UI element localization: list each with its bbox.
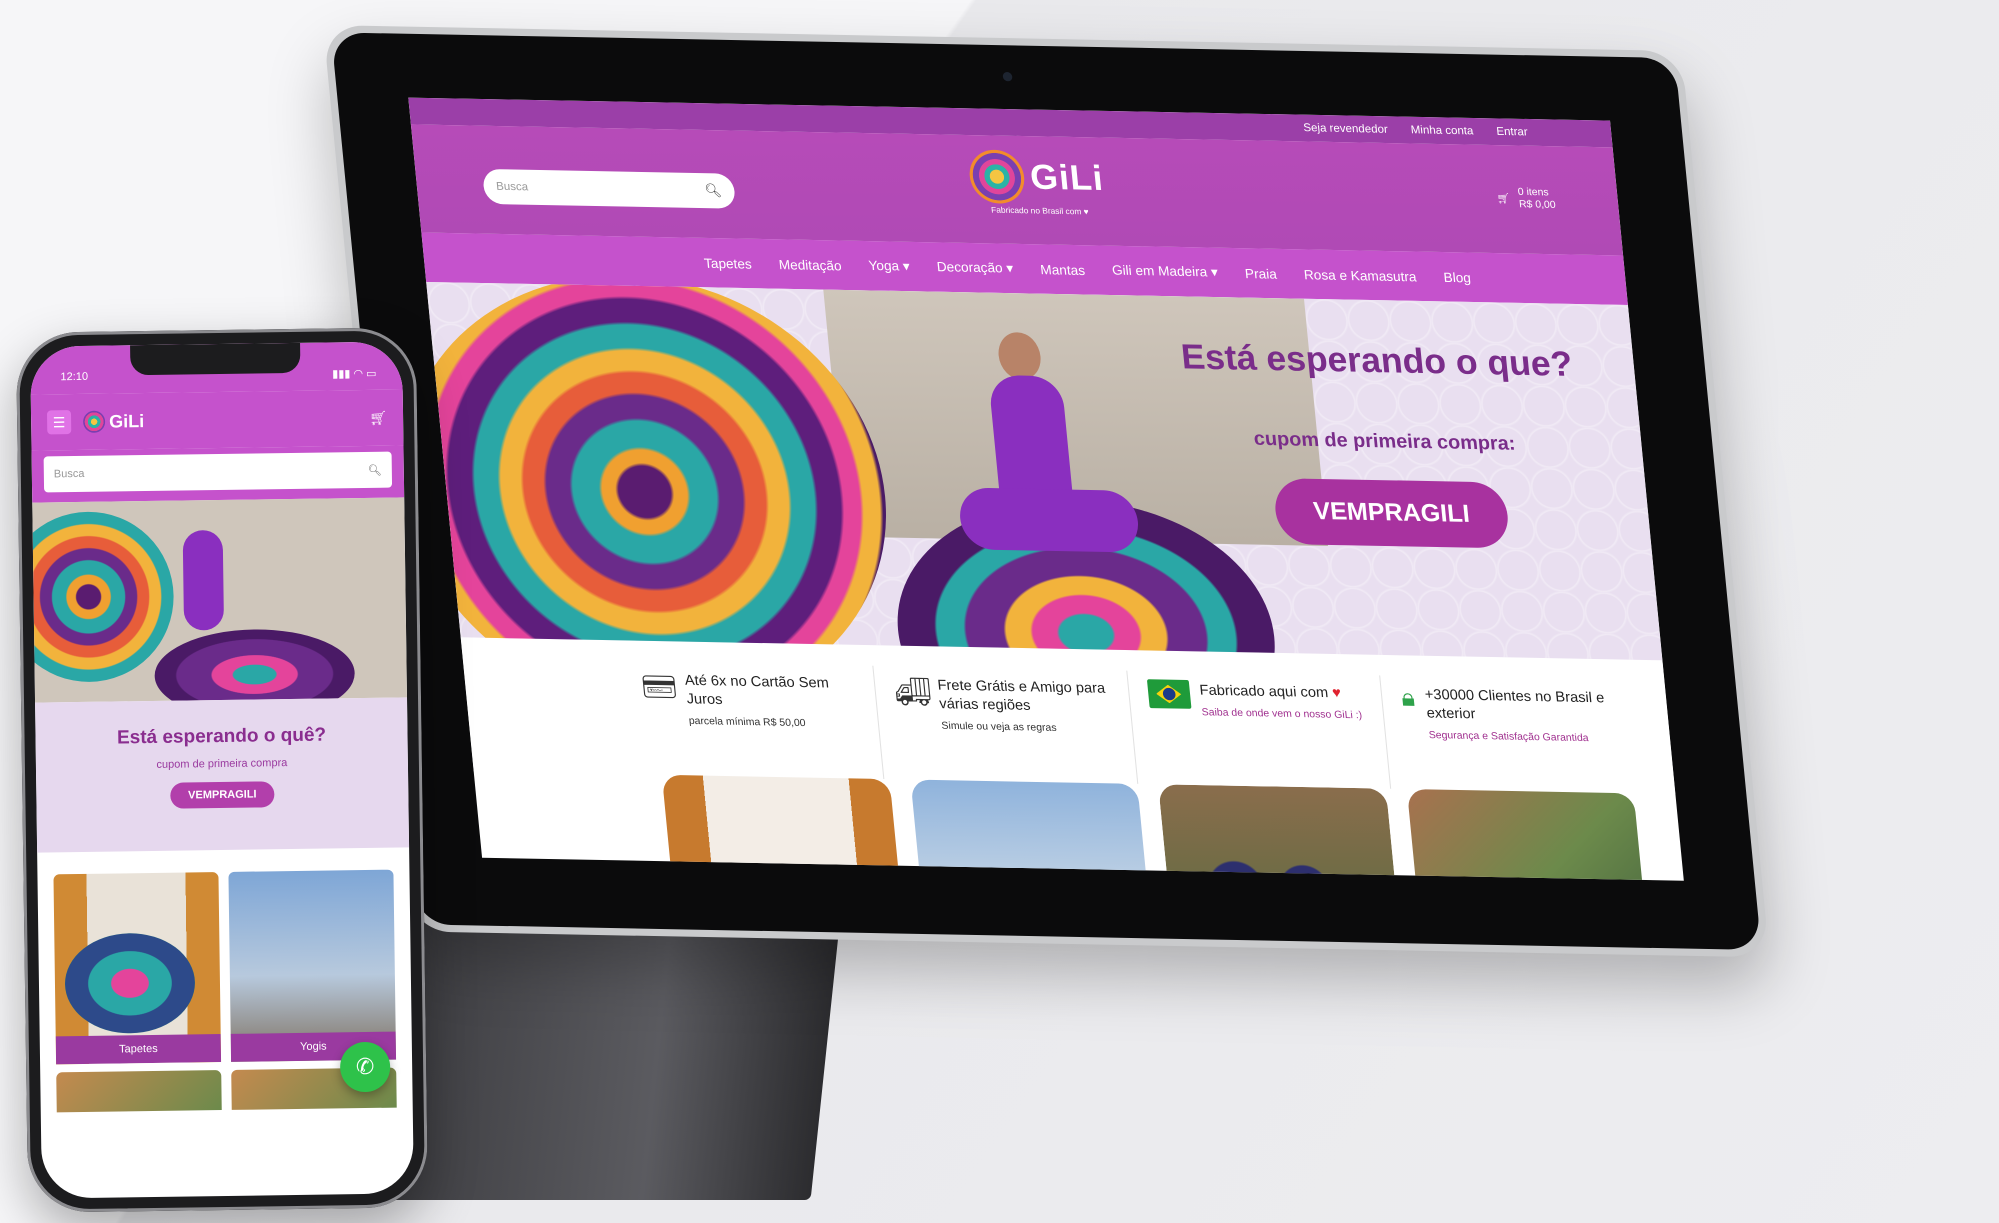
- phone-category-grid: Tapetes Yogis: [37, 847, 412, 1065]
- nav-item-yoga[interactable]: Yoga ▾: [868, 257, 911, 274]
- phone-device: 12:10 ▮▮▮ ◠ ▭ ☰ GiLi 🛒︎ Busca 🔍︎ Está es…: [15, 327, 429, 1213]
- search-icon[interactable]: 🔍︎: [368, 463, 382, 476]
- phone-header: ☰ GiLi 🛒︎: [30, 389, 404, 451]
- category-card-tapetes[interactable]: [661, 774, 910, 881]
- phone-notch: [130, 342, 301, 376]
- feature-subtitle: Segurança e Satisfação Garantida: [1428, 729, 1590, 745]
- truck-icon: 🚚︎: [892, 675, 934, 709]
- category-card-tapetes[interactable]: Tapetes: [53, 872, 222, 1065]
- tablet-device: Seja revendedor Minha conta Entrar Busca…: [323, 25, 1770, 958]
- heart-icon: ♥: [1331, 683, 1342, 701]
- mandala-rug-image: [32, 510, 175, 684]
- feature-title: +30000 Clientes no Brasil e exterior: [1423, 685, 1605, 722]
- nav-item-blog[interactable]: Blog: [1443, 269, 1472, 285]
- nav-item-rosa-kamasutra[interactable]: Rosa e Kamasutra: [1303, 266, 1417, 284]
- coupon-button[interactable]: VEMPRAGILI: [1272, 478, 1511, 549]
- category-card-yoga[interactable]: [909, 779, 1158, 881]
- feature-subtitle: Simule ou veja as regras: [940, 720, 1058, 735]
- model-image: [182, 529, 225, 631]
- site-logo[interactable]: GiLi Fabricado no Brasil com ♥: [956, 149, 1120, 224]
- hero-title: Está esperando o que?: [1179, 337, 1575, 385]
- search-input[interactable]: Busca 🔍︎: [481, 168, 737, 209]
- model-head: [996, 331, 1043, 381]
- feature-made-in-brazil[interactable]: Fabricado aqui com ♥ Saiba de onde vem o…: [1126, 670, 1392, 789]
- camera-icon: [1002, 71, 1013, 82]
- feature-title: Fabricado aqui com ♥: [1199, 680, 1361, 702]
- cart-button[interactable]: 🛒︎ 0 itens R$ 0,00: [1496, 186, 1557, 212]
- credit-card-icon: 💳︎: [639, 670, 680, 704]
- phone-screen: 12:10 ▮▮▮ ◠ ▭ ☰ GiLi 🛒︎ Busca 🔍︎ Está es…: [30, 341, 414, 1199]
- search-icon[interactable]: 🔍︎: [704, 182, 723, 199]
- lock-icon: 🔒︎: [1400, 684, 1417, 713]
- cart-total: R$ 0,00: [1518, 199, 1557, 212]
- cart-icon[interactable]: 🛒︎: [369, 409, 387, 426]
- tablet-bezel: Seja revendedor Minha conta Entrar Busca…: [331, 32, 1762, 951]
- feature-shipping[interactable]: 🚚︎ Frete Grátis e Amigo para várias regi…: [873, 665, 1138, 784]
- status-time: 12:10: [60, 370, 89, 384]
- cart-summary: 0 itens R$ 0,00: [1517, 187, 1556, 212]
- phone-logo[interactable]: GiLi: [82, 407, 357, 433]
- rug-image: [154, 628, 356, 703]
- feature-subtitle: Saiba de onde vem o nosso GiLi :): [1201, 706, 1363, 722]
- feature-installments[interactable]: 💳︎ Até 6x no Cartão Sem Juros parcela mí…: [619, 660, 885, 780]
- cart-icon: 🛒︎: [1496, 192, 1511, 205]
- feature-subtitle: parcela mínima R$ 50,00: [688, 715, 807, 730]
- phone-logo-text: GiLi: [108, 410, 145, 432]
- hero-text-block: Está esperando o que? cupom de primeira …: [1176, 337, 1593, 550]
- category-label: Tapetes: [55, 1034, 222, 1065]
- category-card-meditacao[interactable]: [1406, 789, 1654, 881]
- phone-promo: Está esperando o quê? cupom de primeira …: [35, 697, 410, 853]
- seja-revendedor-link[interactable]: Seja revendedor: [1303, 122, 1389, 136]
- minha-conta-link[interactable]: Minha conta: [1410, 124, 1474, 138]
- promo-title: Está esperando o quê?: [116, 724, 327, 749]
- hero-banner[interactable]: Está esperando o que? cupom de primeira …: [426, 281, 1663, 661]
- brazil-flag-icon: [1146, 679, 1191, 709]
- nav-item-mantas[interactable]: Mantas: [1040, 261, 1086, 277]
- category-card-yogis[interactable]: Yogis: [228, 869, 397, 1062]
- cart-item-count: 0 itens: [1517, 186, 1550, 199]
- hamburger-menu-icon[interactable]: ☰: [46, 410, 72, 435]
- logo-tagline: Fabricado no Brasil com ♥: [990, 205, 1090, 217]
- coupon-button[interactable]: VEMPRAGILI: [169, 781, 275, 809]
- nav-item-praia[interactable]: Praia: [1244, 265, 1277, 281]
- search-placeholder: Busca: [53, 467, 85, 481]
- logo-row: GiLi: [967, 149, 1106, 205]
- nav-item-tapetes[interactable]: Tapetes: [703, 255, 752, 271]
- nav-item-gili-madeira[interactable]: Gili em Madeira ▾: [1111, 262, 1218, 281]
- nav-item-meditacao[interactable]: Meditação: [778, 256, 842, 273]
- feature-title: Frete Grátis e Amigo para várias regiões: [936, 676, 1106, 713]
- model-legs: [957, 487, 1141, 553]
- category-card-decoracao[interactable]: [1158, 784, 1406, 881]
- promo-subtitle: cupom de primeira compra: [156, 757, 288, 771]
- hero-subtitle: cupom de primeira compra:: [1252, 428, 1517, 455]
- mandala-logo-icon: [967, 149, 1027, 204]
- phone-search-input[interactable]: Busca 🔍︎: [43, 451, 393, 493]
- tablet-screen: Seja revendedor Minha conta Entrar Busca…: [408, 97, 1684, 881]
- feature-title-text: Fabricado aqui com: [1198, 681, 1329, 701]
- feature-clients[interactable]: 🔒︎ +30000 Clientes no Brasil e exterior …: [1380, 675, 1644, 793]
- mandala-logo-icon: [82, 410, 106, 433]
- hero-model-image: [920, 322, 1154, 584]
- nav-item-decoracao[interactable]: Decoração ▾: [936, 259, 1014, 277]
- status-icons: ▮▮▮ ◠ ▭: [332, 367, 377, 380]
- phone-search-row: Busca 🔍︎: [31, 445, 405, 503]
- features-row: 💳︎ Até 6x no Cartão Sem Juros parcela mí…: [460, 637, 1676, 795]
- category-card[interactable]: [56, 1070, 222, 1113]
- feature-title: Até 6x no Cartão Sem Juros: [683, 671, 830, 708]
- search-placeholder: Busca: [495, 180, 529, 194]
- phone-hero-image[interactable]: [32, 497, 408, 703]
- entrar-link[interactable]: Entrar: [1496, 126, 1529, 139]
- logo-text: GiLi: [1028, 157, 1106, 198]
